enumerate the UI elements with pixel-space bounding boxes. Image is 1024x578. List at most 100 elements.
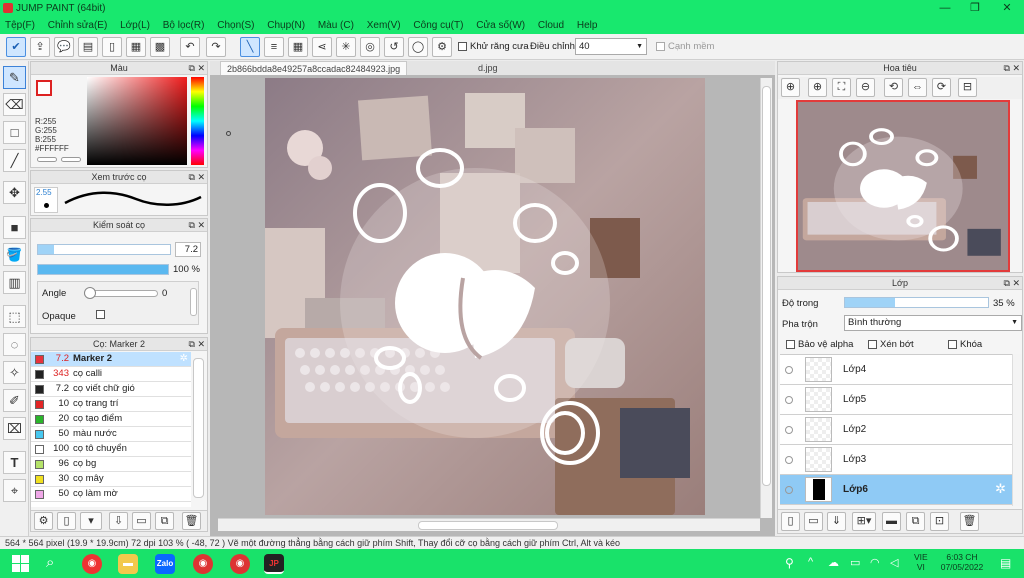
brush-item[interactable]: 100 cọ tô chuyển xyxy=(31,442,191,457)
eyedropper-tool-icon[interactable]: ⌖ xyxy=(3,479,26,502)
bucket-tool-icon[interactable]: 🪣 xyxy=(3,243,26,266)
add-layer-dropdown-icon[interactable]: ⊞▾ xyxy=(852,512,876,531)
zoom-out-icon[interactable]: ⊖ xyxy=(856,78,875,97)
visibility-icon[interactable] xyxy=(785,396,793,404)
wifi-icon[interactable]: ◠ xyxy=(870,556,880,569)
panel-float-icon[interactable]: ⧉ ✕ xyxy=(189,219,205,232)
pen-mode-icon[interactable]: ✔ xyxy=(6,37,26,57)
document-icon[interactable]: ▦ xyxy=(126,37,146,57)
layer-merge-icon[interactable]: ⇓ xyxy=(827,512,846,531)
opaque-checkbox[interactable] xyxy=(96,310,105,319)
tab-document-2[interactable]: d.jpg xyxy=(472,61,504,75)
panel-float-icon[interactable]: ⧉ ✕ xyxy=(189,338,205,351)
brush-control-scrollbar[interactable] xyxy=(190,288,197,316)
text-tool-icon[interactable]: T xyxy=(3,451,26,474)
jump-paint-taskbar-icon[interactable]: JP xyxy=(264,554,284,574)
select-eraser-icon[interactable]: ⌧ xyxy=(3,417,26,440)
brush-size-slider[interactable] xyxy=(37,244,171,255)
rotate-left-icon[interactable]: ⟲ xyxy=(884,78,903,97)
navigator-preview[interactable] xyxy=(796,100,1010,272)
file-explorer-icon[interactable]: ▬ xyxy=(118,554,138,574)
brush-dropdown-icon[interactable]: ▾ xyxy=(80,512,102,530)
zoom-fit-icon[interactable]: ⊕ xyxy=(781,78,800,97)
minimize-button[interactable]: — xyxy=(930,0,960,17)
brush-item[interactable]: 50 màu nước xyxy=(31,427,191,442)
visibility-icon[interactable] xyxy=(785,456,793,464)
menu-window[interactable]: Cửa số(W) xyxy=(471,17,530,34)
brush-item[interactable]: 10 cọ trang trí xyxy=(31,397,191,412)
new-folder-icon[interactable]: ▭ xyxy=(804,512,823,531)
layer-opacity-slider[interactable] xyxy=(844,297,989,308)
menu-select[interactable]: Chọn(S) xyxy=(212,17,259,34)
menu-edit[interactable]: Chỉnh sửa(E) xyxy=(43,17,113,34)
navigator-lock-icon[interactable]: ⊟ xyxy=(958,78,977,97)
move-tool-icon[interactable]: ✥ xyxy=(3,181,26,204)
line-tool-icon[interactable]: ╲ xyxy=(240,37,260,57)
protect-alpha-checkbox[interactable] xyxy=(786,339,795,349)
ellipse-icon[interactable]: ◯ xyxy=(408,37,428,57)
line-tool-icon[interactable]: ╱ xyxy=(3,149,26,172)
layer-row[interactable]: Lớp3 xyxy=(780,445,1012,475)
export-icon[interactable]: ⇪ xyxy=(30,37,50,57)
adjust-input[interactable]: 40 ▼ xyxy=(575,38,647,55)
perspective-icon[interactable]: ⋖ xyxy=(312,37,332,57)
trash-icon[interactable]: 🗑 xyxy=(960,512,979,531)
blend-mode-select[interactable]: Bình thường ▼ xyxy=(844,315,1022,331)
brush-folder-icon[interactable]: ▭ xyxy=(132,512,151,530)
menu-view[interactable]: Xem(V) xyxy=(362,17,406,34)
layer-arrange-icon[interactable]: ⊡ xyxy=(930,512,949,531)
hue-slider[interactable] xyxy=(191,77,204,165)
trash-icon[interactable]: 🗑 xyxy=(182,512,201,530)
zoom-full-icon[interactable]: ⛶ xyxy=(832,78,851,97)
menu-help[interactable]: Help xyxy=(572,17,603,34)
undo-icon[interactable]: ↶ xyxy=(180,37,200,57)
clip-checkbox[interactable] xyxy=(868,339,877,349)
gradient-tool-icon[interactable]: ▥ xyxy=(3,271,26,294)
rectangle-tool-icon[interactable]: □ xyxy=(3,121,26,144)
panel-float-icon[interactable]: ⧉ ✕ xyxy=(189,62,205,75)
menu-file[interactable]: Tệp(F) xyxy=(0,17,40,34)
chrome-icon[interactable]: ◉ xyxy=(82,554,102,574)
radial-icon[interactable]: ✳ xyxy=(336,37,356,57)
menu-capture[interactable]: Chụp(N) xyxy=(262,17,310,34)
visibility-icon[interactable] xyxy=(785,486,793,494)
volume-icon[interactable]: ◁ xyxy=(890,556,898,569)
menu-cloud[interactable]: Cloud xyxy=(533,17,569,34)
brush-item[interactable]: 50 cọ làm mờ xyxy=(31,487,191,502)
select-pen-icon[interactable]: ✐ xyxy=(3,389,26,412)
brush-item[interactable]: 7.2 cọ viết chữ gió xyxy=(31,382,191,397)
new-layer-icon[interactable]: ▯ xyxy=(781,512,800,531)
layer-copy-icon[interactable]: ⧉ xyxy=(906,512,925,531)
grid-icon[interactable]: ▦ xyxy=(288,37,308,57)
canvas-horizontal-scrollbar[interactable] xyxy=(218,518,760,531)
curve-icon[interactable]: ↺ xyxy=(384,37,404,57)
chrome-profile-icon[interactable]: ◉ xyxy=(193,554,213,574)
angle-slider-thumb[interactable] xyxy=(84,287,96,299)
concentric-icon[interactable]: ◎ xyxy=(360,37,380,57)
speech-bubble-icon[interactable]: 💬 xyxy=(54,37,74,57)
panel-float-icon[interactable]: ⧉ ✕ xyxy=(1004,62,1020,75)
comment-icon[interactable]: ▤ xyxy=(78,37,98,57)
layer-row[interactable]: Lớp4 xyxy=(780,355,1012,385)
saturation-picker[interactable] xyxy=(87,77,187,165)
notification-icon[interactable]: ▤ xyxy=(1000,556,1011,570)
eraser-tool-icon[interactable]: ⌫ xyxy=(3,93,26,116)
tab-document-1[interactable]: 2b866bdda8e49257a8ccadac82484923.jpg xyxy=(220,61,408,75)
layer-list-scrollbar[interactable] xyxy=(1012,354,1022,506)
menu-filter[interactable]: Bộ lọc(R) xyxy=(158,17,210,34)
soft-edge-checkbox[interactable] xyxy=(656,41,665,51)
hatch-icon[interactable]: ≡ xyxy=(264,37,284,57)
redo-icon[interactable]: ↷ xyxy=(206,37,226,57)
brush-opacity-slider[interactable] xyxy=(37,264,169,275)
brush-item[interactable]: 7.2 Marker 2 ✲ xyxy=(31,352,191,367)
brush-list-scrollbar[interactable] xyxy=(193,358,204,498)
chrome-app-icon[interactable]: ◉ xyxy=(230,554,250,574)
color-mode-button[interactable] xyxy=(37,157,57,162)
canvas-image[interactable] xyxy=(265,78,705,515)
gear-icon[interactable]: ✲ xyxy=(180,352,188,366)
lasso-tool-icon[interactable]: ◌ xyxy=(3,333,26,356)
rotate-right-icon[interactable]: ⟳ xyxy=(932,78,951,97)
brush-item[interactable]: 343 cọ calli xyxy=(31,367,191,382)
magic-wand-icon[interactable]: ✧ xyxy=(3,361,26,384)
brush-item[interactable]: 96 cọ bg xyxy=(31,457,191,472)
